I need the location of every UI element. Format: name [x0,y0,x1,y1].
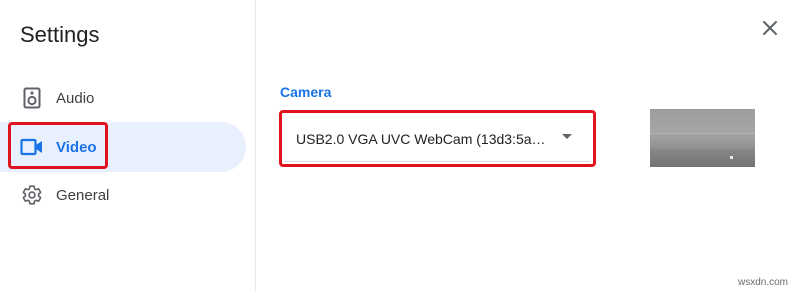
sidebar-item-general[interactable]: General [0,170,246,220]
camera-select[interactable]: USB2.0 VGA UVC WebCam (13d3:5a… [284,116,590,162]
preview-detail [650,133,755,134]
sidebar-item-label: General [56,186,110,204]
preview-detail [730,156,733,159]
speaker-icon [20,86,44,110]
sidebar-item-label: Video [56,138,97,156]
close-button[interactable] [758,18,782,42]
camera-select-value: USB2.0 VGA UVC WebCam (13d3:5a… [296,130,546,147]
settings-dialog: Settings Audio Video General Camera USB2… [0,0,800,291]
camera-preview [650,109,755,167]
watermark: wsxdn.com [738,277,789,288]
dialog-title: Settings [20,22,100,47]
dropdown-arrow-icon [562,134,572,139]
gear-icon [20,183,44,207]
sidebar-item-audio[interactable]: Audio [0,73,246,123]
videocam-icon [20,135,44,159]
close-icon [762,20,778,41]
preview-detail [650,149,755,167]
camera-section-label: Camera [280,84,332,100]
sidebar-item-video[interactable]: Video [0,122,246,172]
sidebar: Settings Audio Video General [0,0,256,291]
sidebar-item-label: Audio [56,89,95,107]
